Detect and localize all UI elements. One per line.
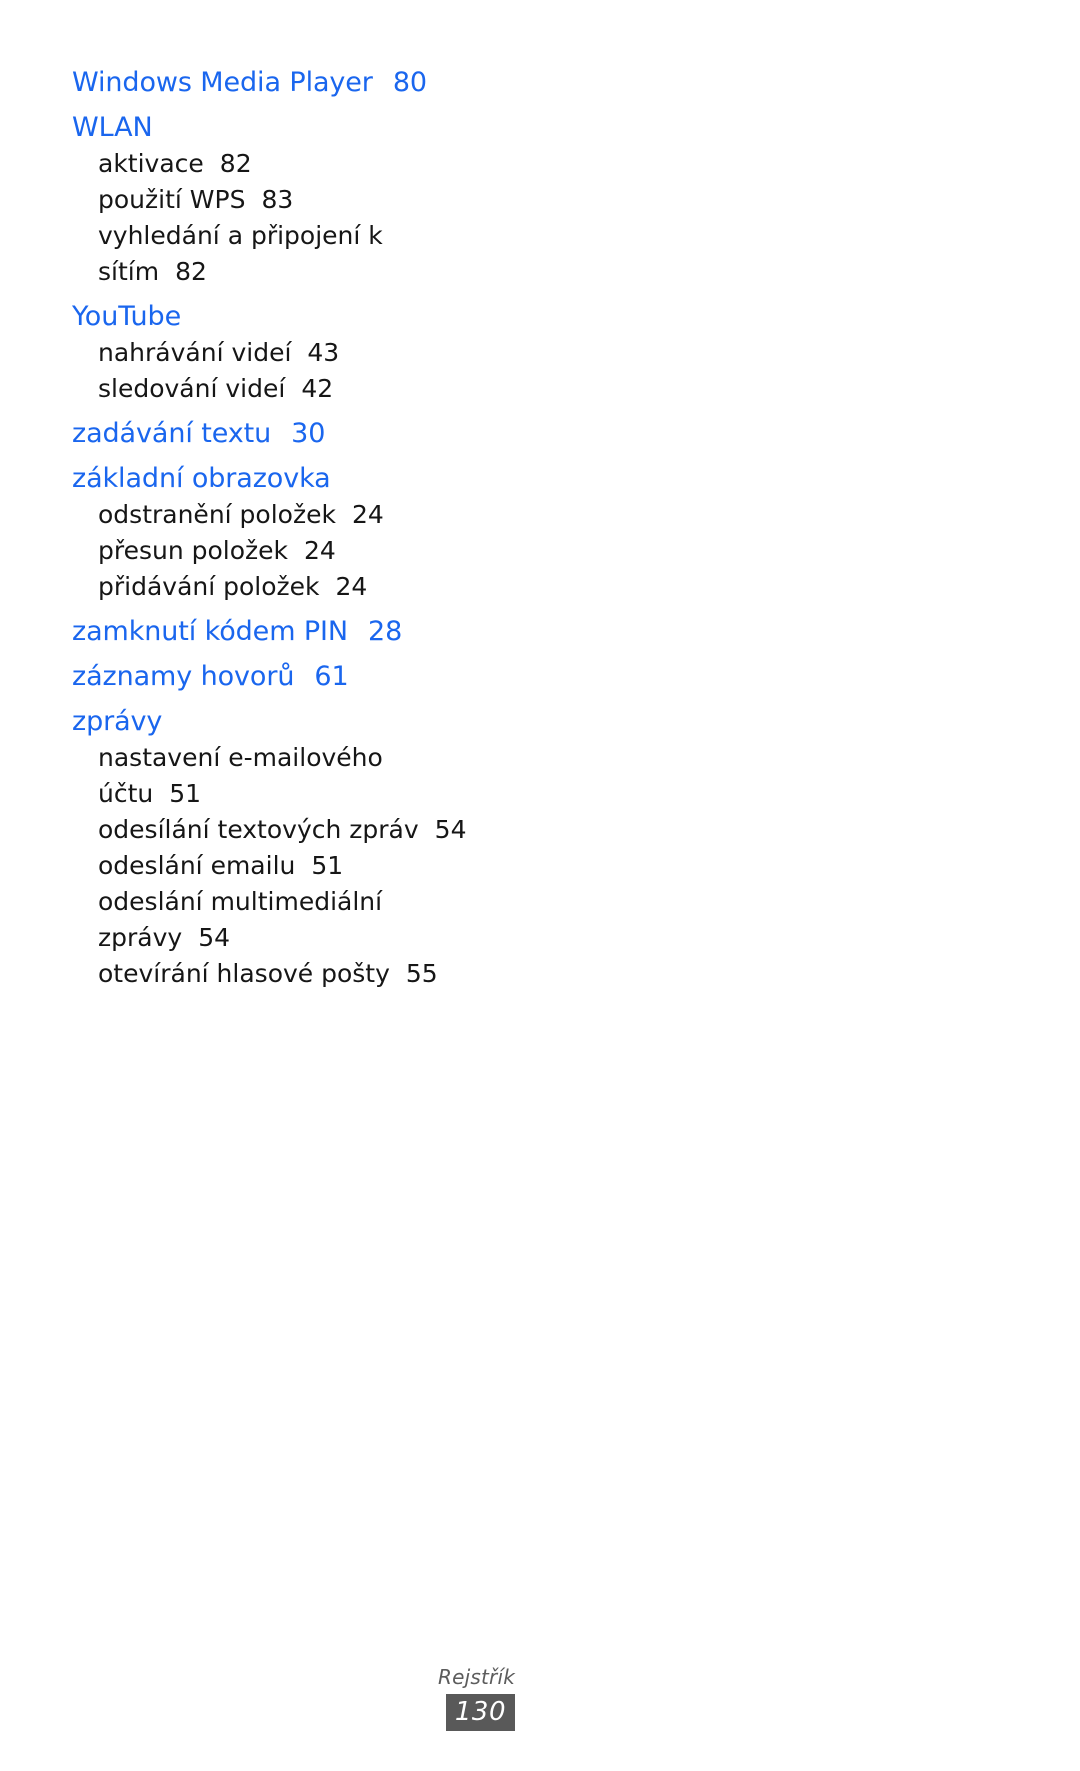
index-heading[interactable]: zamknutí kódem PIN 28	[72, 613, 492, 650]
index-sub-entry-page-number: 83	[261, 185, 294, 214]
index-sub-entry-text: nahrávání videí	[98, 338, 292, 367]
index-heading-text: záznamy hovorů	[72, 661, 295, 692]
index-heading-text: YouTube	[72, 301, 182, 332]
index-sub-entry[interactable]: odstranění položek 24	[72, 497, 492, 533]
index-heading-text: zadávání textu	[72, 418, 272, 449]
index-group: zamknutí kódem PIN 28	[72, 613, 492, 650]
index-heading-page-number: 80	[392, 67, 427, 98]
index-sub-entry-text: nastavení e-mailového účtu	[98, 743, 383, 808]
index-sub-entry-page-number: 82	[219, 149, 252, 178]
index-group: zprávy nastavení e-mailového účtu 51 odesíl…	[72, 703, 492, 992]
index-sub-entry-text: aktivace	[98, 149, 204, 178]
index-sub-entry[interactable]: přidávání položek 24	[72, 569, 492, 605]
index-heading[interactable]: základní obrazovka	[72, 460, 492, 497]
index-sub-entry-text: odeslání emailu	[98, 851, 296, 880]
index-sub-entry-page-number: 24	[351, 500, 384, 529]
index-heading-text: základní obrazovka	[72, 463, 331, 494]
index-heading[interactable]: zadávání textu 30	[72, 415, 492, 452]
page-footer: Rejstřík 130	[275, 1664, 515, 1731]
index-entry-list: Windows Media Player 80 WLAN aktivace 82 použ…	[72, 64, 492, 992]
index-sub-entry-page-number: 24	[304, 536, 336, 565]
index-sub-entry-page-number: 54	[434, 815, 467, 844]
index-group: YouTube nahrávání videí 43 sledování videí 4…	[72, 298, 492, 407]
index-sub-entry[interactable]: přesun položek 24	[72, 533, 492, 569]
index-heading-page-number: 30	[291, 418, 326, 449]
index-sub-entry-page-number: 24	[335, 572, 368, 601]
index-sub-entry-page-number: 55	[405, 959, 438, 988]
index-heading-text: WLAN	[72, 112, 153, 143]
index-sub-entry-page-number: 54	[198, 923, 230, 952]
index-sub-entry-text: otevírání hlasové pošty	[98, 959, 390, 988]
index-sub-list: aktivace 82 použití WPS 83 vyhledání a připo…	[72, 146, 492, 290]
index-sub-entry-text: sledování videí	[98, 374, 286, 403]
index-heading[interactable]: záznamy hovorů 61	[72, 658, 492, 695]
index-sub-entry-page-number: 82	[175, 257, 207, 286]
index-group: WLAN aktivace 82 použití WPS 83 vyhledání a p…	[72, 109, 492, 290]
index-sub-entry-text: vyhledání a připojení k sítím	[98, 221, 383, 286]
index-heading-page-number: 61	[314, 661, 349, 692]
index-sub-entry-text: přesun položek	[98, 536, 289, 565]
index-sub-entry-page-number: 51	[169, 779, 202, 808]
index-heading-page-number: 28	[368, 616, 403, 647]
index-heading-text: zprávy	[72, 706, 163, 737]
index-sub-list: nahrávání videí 43 sledování videí 42	[72, 335, 492, 407]
index-sub-entry-page-number: 51	[311, 851, 344, 880]
index-sub-entry-text: odesílání textových zpráv	[98, 815, 419, 844]
index-sub-entry[interactable]: použití WPS 83	[72, 182, 492, 218]
index-sub-entry-page-number: 43	[307, 338, 340, 367]
index-group: záznamy hovorů 61	[72, 658, 492, 695]
index-sub-entry[interactable]: odesílání textových zpráv 54	[72, 812, 492, 848]
index-heading[interactable]: YouTube	[72, 298, 492, 335]
index-sub-list: odstranění položek 24 přesun položek 24 přid…	[72, 497, 492, 605]
index-sub-list: nastavení e-mailového účtu 51 odesílání te…	[72, 740, 492, 992]
index-sub-entry-text: odstranění položek	[98, 500, 336, 529]
index-sub-entry-text: přidávání položek	[98, 572, 320, 601]
index-sub-entry[interactable]: sledování videí 42	[72, 371, 492, 407]
footer-section-label: Rejstřík	[438, 1665, 515, 1689]
index-sub-entry[interactable]: odeslání multimediální zprávy 54	[72, 884, 492, 956]
index-sub-entry[interactable]: odeslání emailu 51	[72, 848, 492, 884]
index-sub-entry[interactable]: nastavení e-mailového účtu 51	[72, 740, 492, 812]
footer-page-number: 130	[445, 1694, 515, 1731]
index-sub-entry[interactable]: aktivace 82	[72, 146, 492, 182]
index-heading[interactable]: WLAN	[72, 109, 492, 146]
index-heading-text: zamknutí kódem PIN	[72, 616, 349, 647]
index-heading-text: Windows Media Player	[72, 67, 373, 98]
index-group: zadávání textu 30	[72, 415, 492, 452]
index-heading[interactable]: Windows Media Player 80	[72, 64, 492, 101]
index-sub-entry[interactable]: vyhledání a připojení k sítím 82	[72, 218, 492, 290]
index-heading[interactable]: zprávy	[72, 703, 492, 740]
index-sub-entry-text: odeslání multimediální zprávy	[98, 887, 383, 952]
index-group: Windows Media Player 80	[72, 64, 492, 101]
index-sub-entry-text: použití WPS	[98, 185, 246, 214]
index-group: základní obrazovka odstranění položek 24 př…	[72, 460, 492, 605]
index-sub-entry[interactable]: otevírání hlasové pošty 55	[72, 956, 492, 992]
index-page: Windows Media Player 80 WLAN aktivace 82 použ…	[0, 0, 1080, 1771]
index-sub-entry-page-number: 42	[301, 374, 334, 403]
index-sub-entry[interactable]: nahrávání videí 43	[72, 335, 492, 371]
